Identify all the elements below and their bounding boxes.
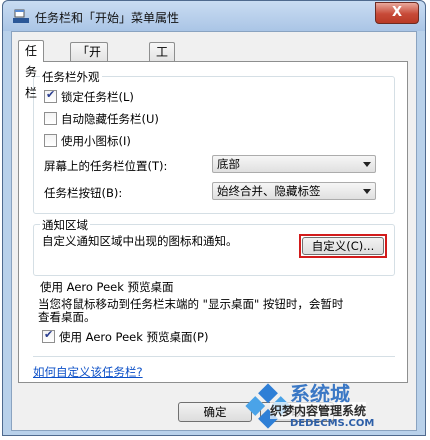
- tab-taskbar[interactable]: 任务栏: [18, 40, 45, 100]
- customize-button[interactable]: 自定义(C)...: [302, 237, 384, 255]
- window-title: 任务栏和「开始」菜单属性: [35, 11, 180, 25]
- peek-option[interactable]: 使用 Aero Peek 预览桌面(P): [42, 328, 209, 345]
- appearance-group-title: 任务栏外观: [40, 69, 102, 85]
- watermark-url: DEDECMS.COM: [290, 418, 375, 429]
- lock-taskbar-checkbox[interactable]: [44, 88, 57, 103]
- autohide-option[interactable]: 自动隐藏任务栏(U): [44, 111, 159, 127]
- notification-group-title: 通知区域: [40, 217, 90, 233]
- peek-group-title: 使用 Aero Peek 预览桌面: [38, 279, 176, 295]
- position-select[interactable]: 底部: [212, 155, 376, 173]
- taskbar-app-icon: [13, 9, 29, 23]
- appearance-group: 任务栏外观 锁定任务栏(L) 自动隐藏任务栏(U) 使用小图标(I) 屏幕上的任…: [33, 69, 395, 214]
- buttons-select-value: 始终合并、隐藏标签: [217, 184, 321, 198]
- dialog-client-area: 任务栏 「开始」菜单 工具栏 任务栏外观 锁定任务栏(L) 自动隐藏任务栏(U)…: [11, 31, 417, 431]
- watermark-subtitle: 织梦内容管理系统: [270, 402, 367, 419]
- small-icons-label: 使用小图标(I): [61, 134, 131, 148]
- divider: [33, 356, 395, 357]
- help-link[interactable]: 如何自定义该任务栏?: [33, 364, 143, 380]
- peek-group: 使用 Aero Peek 预览桌面 当您将鼠标移动到任务栏末端的 "显示桌面" …: [33, 279, 395, 346]
- small-icons-checkbox[interactable]: [44, 134, 57, 147]
- peek-checkbox-label: 使用 Aero Peek 预览桌面(P): [59, 330, 209, 344]
- buttons-select[interactable]: 始终合并、隐藏标签: [212, 182, 376, 200]
- notification-description: 自定义通知区域中出现的图标和通知。: [42, 234, 238, 248]
- dialog-window: 任务栏和「开始」菜单属性 X 任务栏 「开始」菜单 工具栏 任务栏外观 锁定任务…: [2, 0, 426, 436]
- autohide-checkbox[interactable]: [44, 112, 57, 125]
- autohide-label: 自动隐藏任务栏(U): [61, 112, 159, 126]
- notification-group: 通知区域 自定义通知区域中出现的图标和通知。 自定义(C)...: [33, 217, 395, 276]
- chevron-down-icon: [363, 189, 371, 194]
- site-watermark: 系统城 织梦内容管理系统 DEDECMS.COM: [238, 376, 428, 436]
- position-select-value: 底部: [217, 157, 240, 171]
- buttons-label: 任务栏按钮(B):: [44, 186, 123, 200]
- lock-taskbar-label: 锁定任务栏(L): [61, 90, 134, 104]
- small-icons-option[interactable]: 使用小图标(I): [44, 133, 131, 149]
- tab-panel-taskbar: 任务栏外观 锁定任务栏(L) 自动隐藏任务栏(U) 使用小图标(I) 屏幕上的任…: [18, 61, 408, 383]
- position-label: 屏幕上的任务栏位置(T):: [44, 159, 168, 173]
- chevron-down-icon: [363, 162, 371, 167]
- title-bar[interactable]: 任务栏和「开始」菜单属性 X: [3, 1, 425, 31]
- close-button[interactable]: X: [375, 2, 419, 24]
- tab-start-menu[interactable]: 「开始」菜单: [70, 42, 109, 95]
- tab-toolbars[interactable]: 工具栏: [149, 42, 176, 95]
- peek-checkbox[interactable]: [42, 328, 55, 343]
- peek-description-line2: 查看桌面。: [38, 310, 96, 324]
- lock-taskbar-option[interactable]: 锁定任务栏(L): [44, 88, 134, 105]
